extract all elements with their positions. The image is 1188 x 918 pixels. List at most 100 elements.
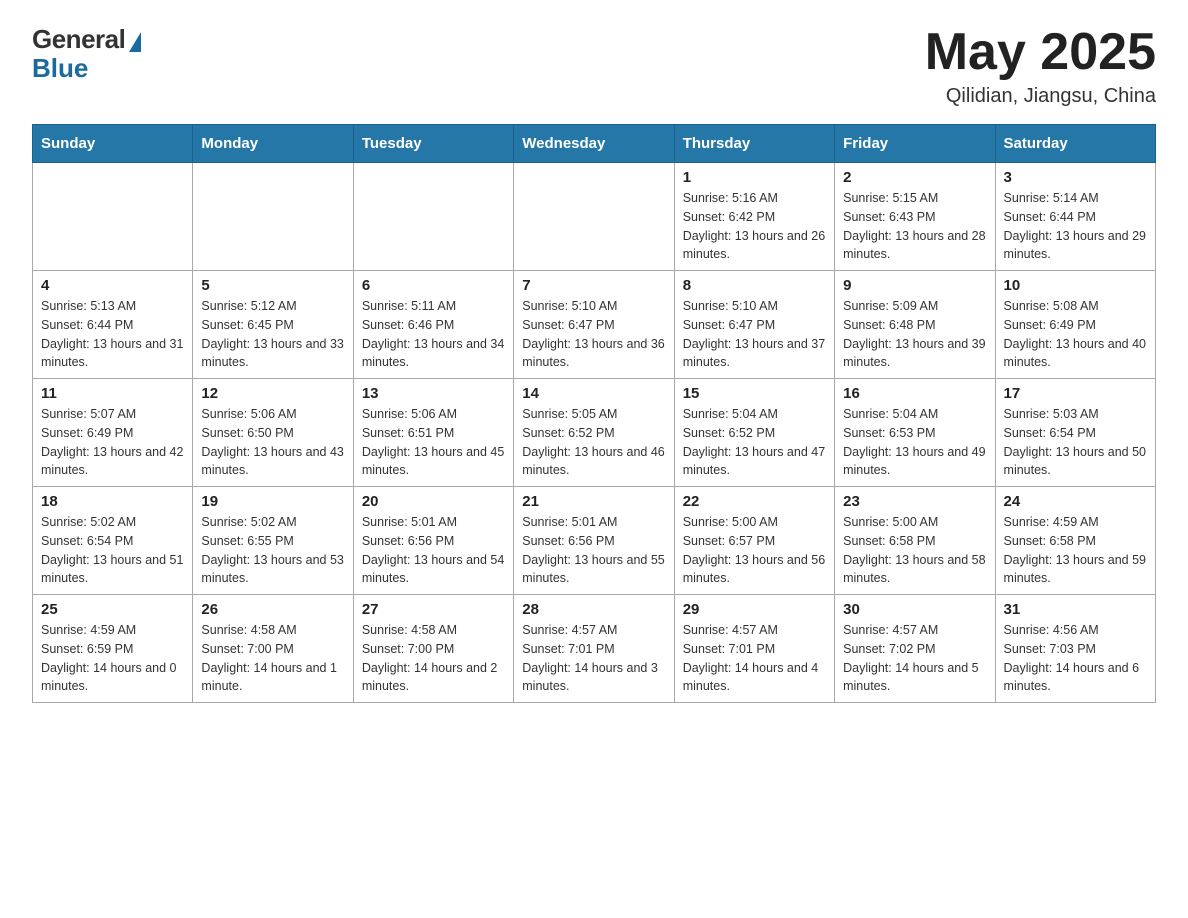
- day-number: 6: [362, 277, 505, 294]
- day-info-text: Sunrise: 5:02 AM Sunset: 6:55 PM Dayligh…: [201, 513, 344, 588]
- day-info-text: Sunrise: 5:01 AM Sunset: 6:56 PM Dayligh…: [362, 513, 505, 588]
- calendar-cell: 6 Sunrise: 5:11 AM Sunset: 6:46 PM Daylig…: [353, 271, 513, 379]
- calendar-cell: 11 Sunrise: 5:07 AM Sunset: 6:49 PM Dayli…: [33, 379, 193, 487]
- calendar-cell: 2Sunrise: 5:15 AM Sunset: 6:43 PM Daylig…: [835, 163, 995, 271]
- calendar-cell: 23 Sunrise: 5:00 AM Sunset: 6:58 PM Dayli…: [835, 487, 995, 595]
- day-info-text: Sunrise: 5:06 AM Sunset: 6:50 PM Dayligh…: [201, 405, 344, 480]
- day-number: 4: [41, 277, 184, 294]
- day-number: 12: [201, 385, 344, 402]
- day-info-text: Sunrise: 5:08 AM Sunset: 6:49 PM Dayligh…: [1004, 297, 1147, 372]
- calendar-cell: 19 Sunrise: 5:02 AM Sunset: 6:55 PM Dayli…: [193, 487, 353, 595]
- calendar-cell: 17Sunrise: 5:03 AM Sunset: 6:54 PM Dayli…: [995, 379, 1155, 487]
- day-of-week-header: Monday: [193, 125, 353, 163]
- location-text: Qilidian, Jiangsu, China: [925, 85, 1156, 108]
- calendar-week-row: 11 Sunrise: 5:07 AM Sunset: 6:49 PM Dayli…: [33, 379, 1156, 487]
- calendar-cell: 7 Sunrise: 5:10 AM Sunset: 6:47 PM Daylig…: [514, 271, 674, 379]
- day-of-week-header: Wednesday: [514, 125, 674, 163]
- day-info-text: Sunrise: 4:59 AM Sunset: 6:59 PM Dayligh…: [41, 621, 184, 696]
- logo-triangle-icon: [129, 32, 141, 52]
- calendar-cell: 5 Sunrise: 5:12 AM Sunset: 6:45 PM Daylig…: [193, 271, 353, 379]
- day-info-text: Sunrise: 5:01 AM Sunset: 6:56 PM Dayligh…: [522, 513, 665, 588]
- day-number: 25: [41, 601, 184, 618]
- title-block: May 2025 Qilidian, Jiangsu, China: [925, 24, 1156, 108]
- calendar-cell: 13 Sunrise: 5:06 AM Sunset: 6:51 PM Dayli…: [353, 379, 513, 487]
- calendar-cell: [514, 163, 674, 271]
- calendar-cell: 15 Sunrise: 5:04 AM Sunset: 6:52 PM Dayli…: [674, 379, 834, 487]
- day-info-text: Sunrise: 5:05 AM Sunset: 6:52 PM Dayligh…: [522, 405, 665, 480]
- month-title: May 2025: [925, 24, 1156, 81]
- calendar-week-row: 1 Sunrise: 5:16 AM Sunset: 6:42 PM Daylig…: [33, 163, 1156, 271]
- calendar-cell: 21Sunrise: 5:01 AM Sunset: 6:56 PM Dayli…: [514, 487, 674, 595]
- day-info-text: Sunrise: 5:02 AM Sunset: 6:54 PM Dayligh…: [41, 513, 184, 588]
- calendar-week-row: 18 Sunrise: 5:02 AM Sunset: 6:54 PM Dayli…: [33, 487, 1156, 595]
- day-info-text: Sunrise: 5:00 AM Sunset: 6:58 PM Dayligh…: [843, 513, 986, 588]
- day-number: 15: [683, 385, 826, 402]
- day-info-text: Sunrise: 4:57 AM Sunset: 7:01 PM Dayligh…: [683, 621, 826, 696]
- calendar-cell: 27Sunrise: 4:58 AM Sunset: 7:00 PM Dayli…: [353, 595, 513, 703]
- calendar-week-row: 4 Sunrise: 5:13 AM Sunset: 6:44 PM Daylig…: [33, 271, 1156, 379]
- calendar-cell: 22 Sunrise: 5:00 AM Sunset: 6:57 PM Dayli…: [674, 487, 834, 595]
- calendar-cell: 20 Sunrise: 5:01 AM Sunset: 6:56 PM Dayli…: [353, 487, 513, 595]
- day-info-text: Sunrise: 5:13 AM Sunset: 6:44 PM Dayligh…: [41, 297, 184, 372]
- day-number: 28: [522, 601, 665, 618]
- day-info-text: Sunrise: 5:12 AM Sunset: 6:45 PM Dayligh…: [201, 297, 344, 372]
- day-number: 31: [1004, 601, 1147, 618]
- day-number: 1: [683, 169, 826, 186]
- calendar-cell: 1 Sunrise: 5:16 AM Sunset: 6:42 PM Daylig…: [674, 163, 834, 271]
- day-number: 9: [843, 277, 986, 294]
- day-number: 7: [522, 277, 665, 294]
- day-number: 8: [683, 277, 826, 294]
- day-of-week-header: Thursday: [674, 125, 834, 163]
- calendar-cell: 18 Sunrise: 5:02 AM Sunset: 6:54 PM Dayli…: [33, 487, 193, 595]
- day-number: 3: [1004, 169, 1147, 186]
- calendar-cell: 3 Sunrise: 5:14 AM Sunset: 6:44 PM Daylig…: [995, 163, 1155, 271]
- day-info-text: Sunrise: 5:16 AM Sunset: 6:42 PM Dayligh…: [683, 189, 826, 264]
- day-info-text: Sunrise: 4:59 AM Sunset: 6:58 PM Dayligh…: [1004, 513, 1147, 588]
- day-number: 13: [362, 385, 505, 402]
- calendar-cell: 26Sunrise: 4:58 AM Sunset: 7:00 PM Dayli…: [193, 595, 353, 703]
- day-number: 22: [683, 493, 826, 510]
- day-info-text: Sunrise: 5:06 AM Sunset: 6:51 PM Dayligh…: [362, 405, 505, 480]
- day-of-week-header: Saturday: [995, 125, 1155, 163]
- calendar-table: SundayMondayTuesdayWednesdayThursdayFrid…: [32, 124, 1156, 703]
- logo-blue-text: Blue: [32, 53, 88, 84]
- day-info-text: Sunrise: 4:58 AM Sunset: 7:00 PM Dayligh…: [362, 621, 505, 696]
- day-info-text: Sunrise: 4:58 AM Sunset: 7:00 PM Dayligh…: [201, 621, 344, 696]
- day-number: 29: [683, 601, 826, 618]
- calendar-cell: 25 Sunrise: 4:59 AM Sunset: 6:59 PM Dayli…: [33, 595, 193, 703]
- day-info-text: Sunrise: 5:09 AM Sunset: 6:48 PM Dayligh…: [843, 297, 986, 372]
- page-header: General Blue May 2025 Qilidian, Jiangsu,…: [32, 24, 1156, 108]
- day-of-week-header: Sunday: [33, 125, 193, 163]
- day-number: 23: [843, 493, 986, 510]
- day-number: 16: [843, 385, 986, 402]
- day-info-text: Sunrise: 4:57 AM Sunset: 7:01 PM Dayligh…: [522, 621, 665, 696]
- calendar-cell: [33, 163, 193, 271]
- day-info-text: Sunrise: 5:10 AM Sunset: 6:47 PM Dayligh…: [522, 297, 665, 372]
- calendar-cell: 4 Sunrise: 5:13 AM Sunset: 6:44 PM Daylig…: [33, 271, 193, 379]
- day-number: 19: [201, 493, 344, 510]
- day-info-text: Sunrise: 5:11 AM Sunset: 6:46 PM Dayligh…: [362, 297, 505, 372]
- calendar-cell: 31 Sunrise: 4:56 AM Sunset: 7:03 PM Dayli…: [995, 595, 1155, 703]
- calendar-cell: 12 Sunrise: 5:06 AM Sunset: 6:50 PM Dayli…: [193, 379, 353, 487]
- calendar-header-row: SundayMondayTuesdayWednesdayThursdayFrid…: [33, 125, 1156, 163]
- day-number: 10: [1004, 277, 1147, 294]
- day-number: 14: [522, 385, 665, 402]
- calendar-cell: [353, 163, 513, 271]
- day-info-text: Sunrise: 5:00 AM Sunset: 6:57 PM Dayligh…: [683, 513, 826, 588]
- calendar-cell: [193, 163, 353, 271]
- day-number: 11: [41, 385, 184, 402]
- day-info-text: Sunrise: 5:07 AM Sunset: 6:49 PM Dayligh…: [41, 405, 184, 480]
- day-info-text: Sunrise: 5:04 AM Sunset: 6:53 PM Dayligh…: [843, 405, 986, 480]
- day-info-text: Sunrise: 5:04 AM Sunset: 6:52 PM Dayligh…: [683, 405, 826, 480]
- day-info-text: Sunrise: 4:57 AM Sunset: 7:02 PM Dayligh…: [843, 621, 986, 696]
- calendar-cell: 9 Sunrise: 5:09 AM Sunset: 6:48 PM Daylig…: [835, 271, 995, 379]
- day-info-text: Sunrise: 5:14 AM Sunset: 6:44 PM Dayligh…: [1004, 189, 1147, 264]
- day-info-text: Sunrise: 4:56 AM Sunset: 7:03 PM Dayligh…: [1004, 621, 1147, 696]
- day-number: 5: [201, 277, 344, 294]
- day-of-week-header: Tuesday: [353, 125, 513, 163]
- day-number: 20: [362, 493, 505, 510]
- calendar-cell: 8Sunrise: 5:10 AM Sunset: 6:47 PM Daylig…: [674, 271, 834, 379]
- day-number: 30: [843, 601, 986, 618]
- calendar-cell: 30 Sunrise: 4:57 AM Sunset: 7:02 PM Dayli…: [835, 595, 995, 703]
- day-number: 18: [41, 493, 184, 510]
